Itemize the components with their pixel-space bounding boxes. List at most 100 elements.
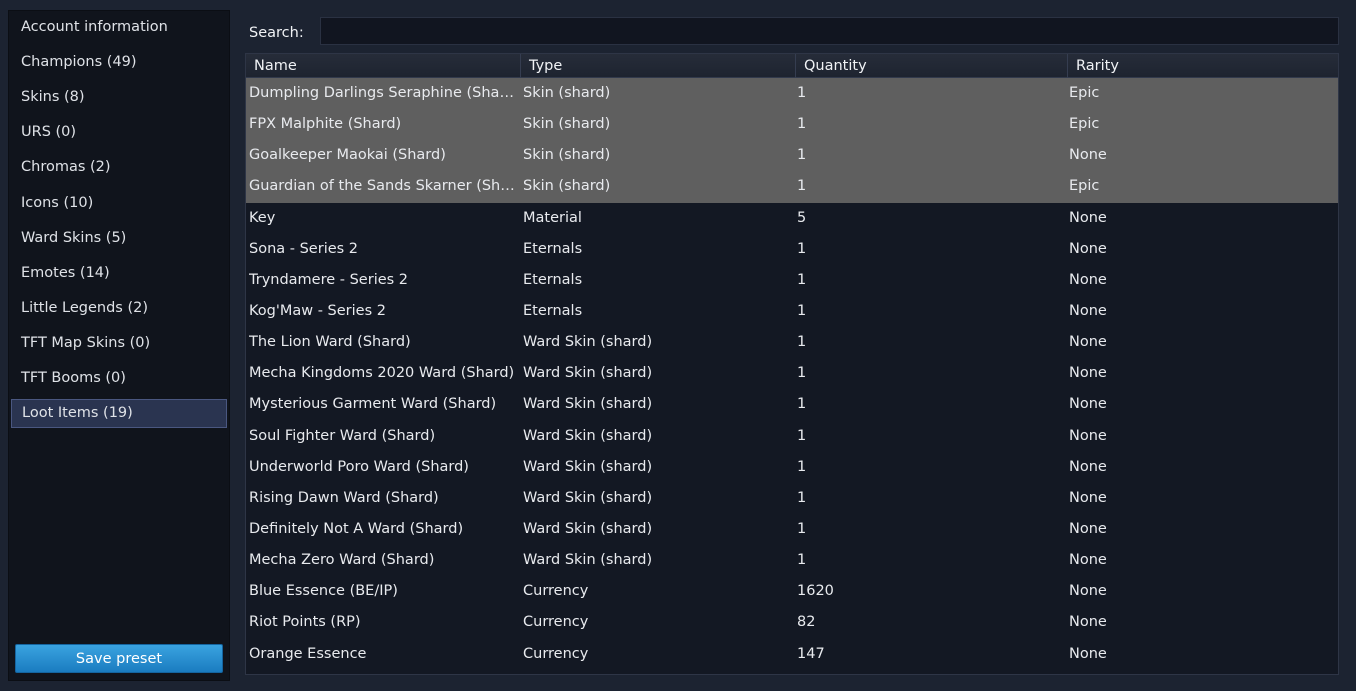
table-row[interactable]: Rising Dawn Ward (Shard) Ward Skin (shard…	[246, 483, 1338, 514]
table-row[interactable]: Tryndamere - Series 2 Eternals 1 None	[246, 265, 1338, 296]
cell-type: Skin (shard)	[523, 85, 611, 101]
cell-name: Mysterious Garment Ward (Shard)	[249, 396, 497, 413]
table-row[interactable]: The Lion Ward (Shard) Ward Skin (shard) 1 N…	[246, 327, 1338, 358]
cell-quantity: 1	[797, 116, 807, 133]
cell-rarity: Epic	[1069, 116, 1100, 133]
sidebar-item[interactable]: URS (0)	[11, 118, 227, 147]
search-input[interactable]	[320, 17, 1339, 45]
cell-rarity: None	[1069, 520, 1107, 537]
cell-name: Underworld Poro Ward (Shard)	[249, 458, 469, 475]
cell-type: Ward Skin (shard)	[523, 396, 653, 413]
cell-name: Dumpling Darlings Seraphine (Shard)	[249, 85, 517, 101]
cell-name: Mecha Kingdoms 2020 Ward (Shard)	[249, 365, 515, 382]
cell-quantity: 1	[797, 396, 807, 413]
cell-quantity: 1	[797, 302, 807, 319]
cell-name: Sona - Series 2	[249, 240, 359, 257]
cell-rarity: None	[1069, 209, 1107, 226]
cell-quantity: 1	[797, 271, 807, 288]
cell-type: Eternals	[523, 271, 583, 288]
cell-quantity: 82	[797, 614, 816, 631]
table-row[interactable]: Key Material 5 None	[246, 203, 1338, 234]
cell-rarity: None	[1069, 645, 1107, 662]
loot-items-table: Name Type Quantity Rarity Dumpling Darli…	[245, 53, 1339, 675]
sidebar: Account information Champions (49) Skins (…	[8, 10, 230, 681]
cell-rarity: None	[1069, 427, 1107, 444]
sidebar-item[interactable]: Skins (8)	[11, 83, 227, 112]
cell-type: Ward Skin (shard)	[523, 489, 653, 506]
cell-quantity: 1	[797, 458, 807, 475]
save-preset-button[interactable]: Save preset	[15, 644, 223, 673]
cell-rarity: None	[1069, 271, 1107, 288]
sidebar-item[interactable]: TFT Map Skins (0)	[11, 329, 227, 358]
table-row[interactable]: Guardian of the Sands Skarner (Shard) Ski…	[246, 171, 1338, 203]
sidebar-item[interactable]: Little Legends (2)	[11, 294, 227, 323]
cell-type: Skin (shard)	[523, 116, 611, 133]
cell-type: Ward Skin (shard)	[523, 458, 653, 475]
cell-name: Soul Fighter Ward (Shard)	[249, 427, 436, 444]
table-row[interactable]: Sona - Series 2 Eternals 1 None	[246, 234, 1338, 265]
table-row[interactable]: Dumpling Darlings Seraphine (Shard) Skin …	[246, 78, 1338, 110]
column-header-rarity[interactable]: Rarity	[1068, 54, 1338, 78]
cell-type: Ward Skin (shard)	[523, 427, 653, 444]
cell-type: Material	[523, 209, 582, 226]
cell-rarity: None	[1069, 240, 1107, 257]
table-row[interactable]: Underworld Poro Ward (Shard) Ward Skin (s…	[246, 452, 1338, 483]
sidebar-item[interactable]: Loot Items (19)	[11, 399, 227, 429]
cell-rarity: None	[1069, 583, 1107, 600]
table-row[interactable]: Orange Essence Currency 147 None	[246, 639, 1338, 670]
column-header-name[interactable]: Name	[246, 54, 521, 78]
sidebar-item[interactable]: Icons (10)	[11, 189, 227, 218]
column-header-type[interactable]: Type	[521, 54, 796, 78]
cell-quantity: 5	[797, 209, 807, 226]
cell-name: Definitely Not A Ward (Shard)	[249, 520, 464, 537]
cell-quantity: 1	[797, 85, 807, 101]
cell-quantity: 1	[797, 178, 807, 195]
table-row[interactable]: Soul Fighter Ward (Shard) Ward Skin (shar…	[246, 421, 1338, 452]
table-row[interactable]: Definitely Not A Ward (Shard) Ward Skin (…	[246, 514, 1338, 545]
cell-name: Key	[249, 209, 276, 226]
cell-name: Riot Points (RP)	[249, 614, 361, 631]
table-row[interactable]: Mysterious Garment Ward (Shard) Ward Skin…	[246, 389, 1338, 420]
cell-type: Ward Skin (shard)	[523, 520, 653, 537]
table-row[interactable]: Goalkeeper Maokai (Shard) Skin (shard) 1 No…	[246, 140, 1338, 172]
table-body: Dumpling Darlings Seraphine (Shard) Skin …	[246, 78, 1338, 670]
cell-type: Eternals	[523, 302, 583, 319]
sidebar-item[interactable]: Ward Skins (5)	[11, 224, 227, 253]
cell-rarity: Epic	[1069, 178, 1100, 195]
cell-name: Mecha Zero Ward (Shard)	[249, 552, 435, 569]
sidebar-item[interactable]: Champions (49)	[11, 48, 227, 77]
table-row[interactable]: Mecha Zero Ward (Shard) Ward Skin (shard)…	[246, 545, 1338, 576]
cell-name: Guardian of the Sands Skarner (Shard)	[249, 178, 517, 195]
table-header: Name Type Quantity Rarity	[246, 54, 1338, 78]
cell-quantity: 1	[797, 240, 807, 257]
table-row[interactable]: Riot Points (RP) Currency 82 None	[246, 607, 1338, 638]
table-row[interactable]: Blue Essence (BE/IP) Currency 1620 None	[246, 576, 1338, 607]
cell-quantity: 1	[797, 365, 807, 382]
cell-quantity: 1	[797, 427, 807, 444]
cell-quantity: 1	[797, 147, 807, 164]
cell-quantity: 1	[797, 334, 807, 351]
cell-type: Ward Skin (shard)	[523, 334, 653, 351]
cell-name: FPX Malphite (Shard)	[249, 116, 402, 133]
table-row[interactable]: FPX Malphite (Shard) Skin (shard) 1 Epic	[246, 109, 1338, 141]
sidebar-item[interactable]: Emotes (14)	[11, 259, 227, 288]
cell-quantity: 147	[797, 645, 825, 662]
sidebar-item[interactable]: Chromas (2)	[11, 153, 227, 182]
cell-rarity: None	[1069, 489, 1107, 506]
cell-type: Currency	[523, 645, 589, 662]
sidebar-item[interactable]: Account information	[11, 13, 227, 42]
table-row[interactable]: Mecha Kingdoms 2020 Ward (Shard) Ward Ski…	[246, 358, 1338, 389]
sidebar-item[interactable]: TFT Booms (0)	[11, 364, 227, 393]
cell-quantity: 1	[797, 489, 807, 506]
cell-name: Kog'Maw - Series 2	[249, 302, 386, 319]
column-header-quantity[interactable]: Quantity	[796, 54, 1068, 78]
cell-name: Goalkeeper Maokai (Shard)	[249, 147, 446, 164]
cell-name: Rising Dawn Ward (Shard)	[249, 489, 439, 506]
cell-rarity: None	[1069, 396, 1107, 413]
cell-rarity: Epic	[1069, 85, 1100, 101]
cell-name: Orange Essence	[249, 645, 367, 662]
cell-rarity: None	[1069, 334, 1107, 351]
cell-rarity: None	[1069, 365, 1107, 382]
table-row[interactable]: Kog'Maw - Series 2 Eternals 1 None	[246, 296, 1338, 327]
cell-rarity: None	[1069, 302, 1107, 319]
